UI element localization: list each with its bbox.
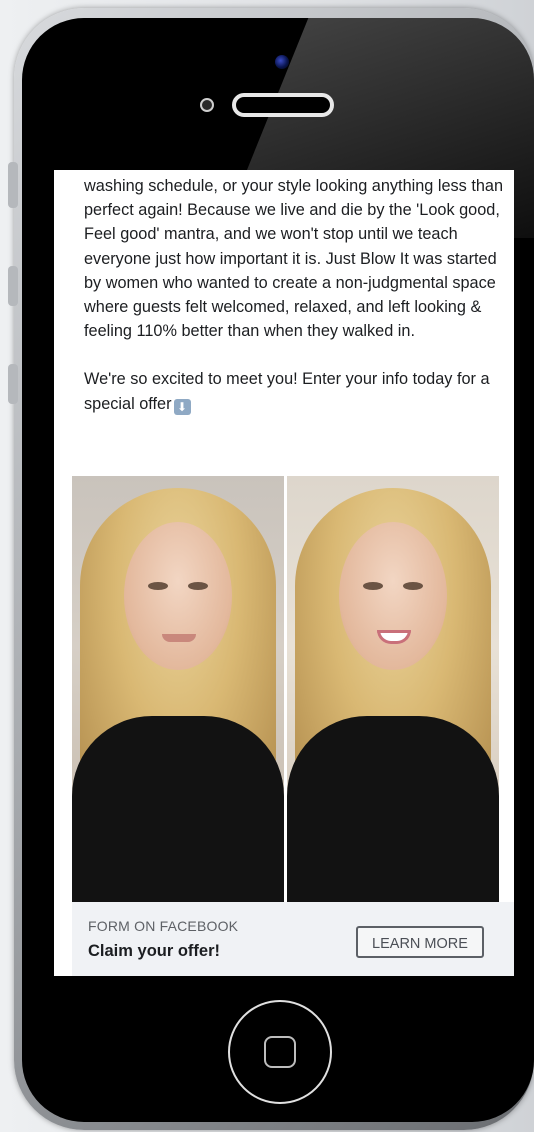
front-camera-icon <box>275 55 289 69</box>
post-paragraph-2-text: We're so excited to meet you! Enter your… <box>84 370 490 413</box>
mute-switch <box>8 162 18 208</box>
post-paragraph-1: washing schedule, or your style looking … <box>84 177 504 341</box>
call-to-action-bar[interactable]: FORM ON FACEBOOK Claim your offer! LEARN… <box>72 902 514 976</box>
mouth <box>162 634 196 642</box>
black-top <box>287 716 499 902</box>
right-eye <box>188 582 208 590</box>
face <box>124 522 232 670</box>
down-arrow-emoji-icon: ⬇ <box>173 398 191 415</box>
after-photo[interactable] <box>287 476 499 902</box>
volume-up-button <box>8 266 18 306</box>
learn-more-button[interactable]: LEARN MORE <box>356 926 484 958</box>
earpiece-speaker <box>232 93 334 117</box>
cta-title: Claim your offer! <box>88 942 221 960</box>
left-eye <box>148 582 168 590</box>
black-top <box>72 716 284 902</box>
cta-source-label: FORM ON FACEBOOK <box>88 918 239 934</box>
ad-post-text: washing schedule, or your style looking … <box>84 174 504 416</box>
face <box>339 522 447 670</box>
home-square-icon <box>264 1036 296 1068</box>
right-eye <box>403 582 423 590</box>
left-eye <box>363 582 383 590</box>
volume-down-button <box>8 364 18 404</box>
proximity-sensor <box>200 98 214 112</box>
home-button[interactable] <box>228 1000 332 1104</box>
post-paragraph-2: We're so excited to meet you! Enter your… <box>84 367 504 415</box>
before-photo[interactable] <box>72 476 284 902</box>
phone-screen: washing schedule, or your style looking … <box>54 170 514 976</box>
smile <box>377 630 411 644</box>
